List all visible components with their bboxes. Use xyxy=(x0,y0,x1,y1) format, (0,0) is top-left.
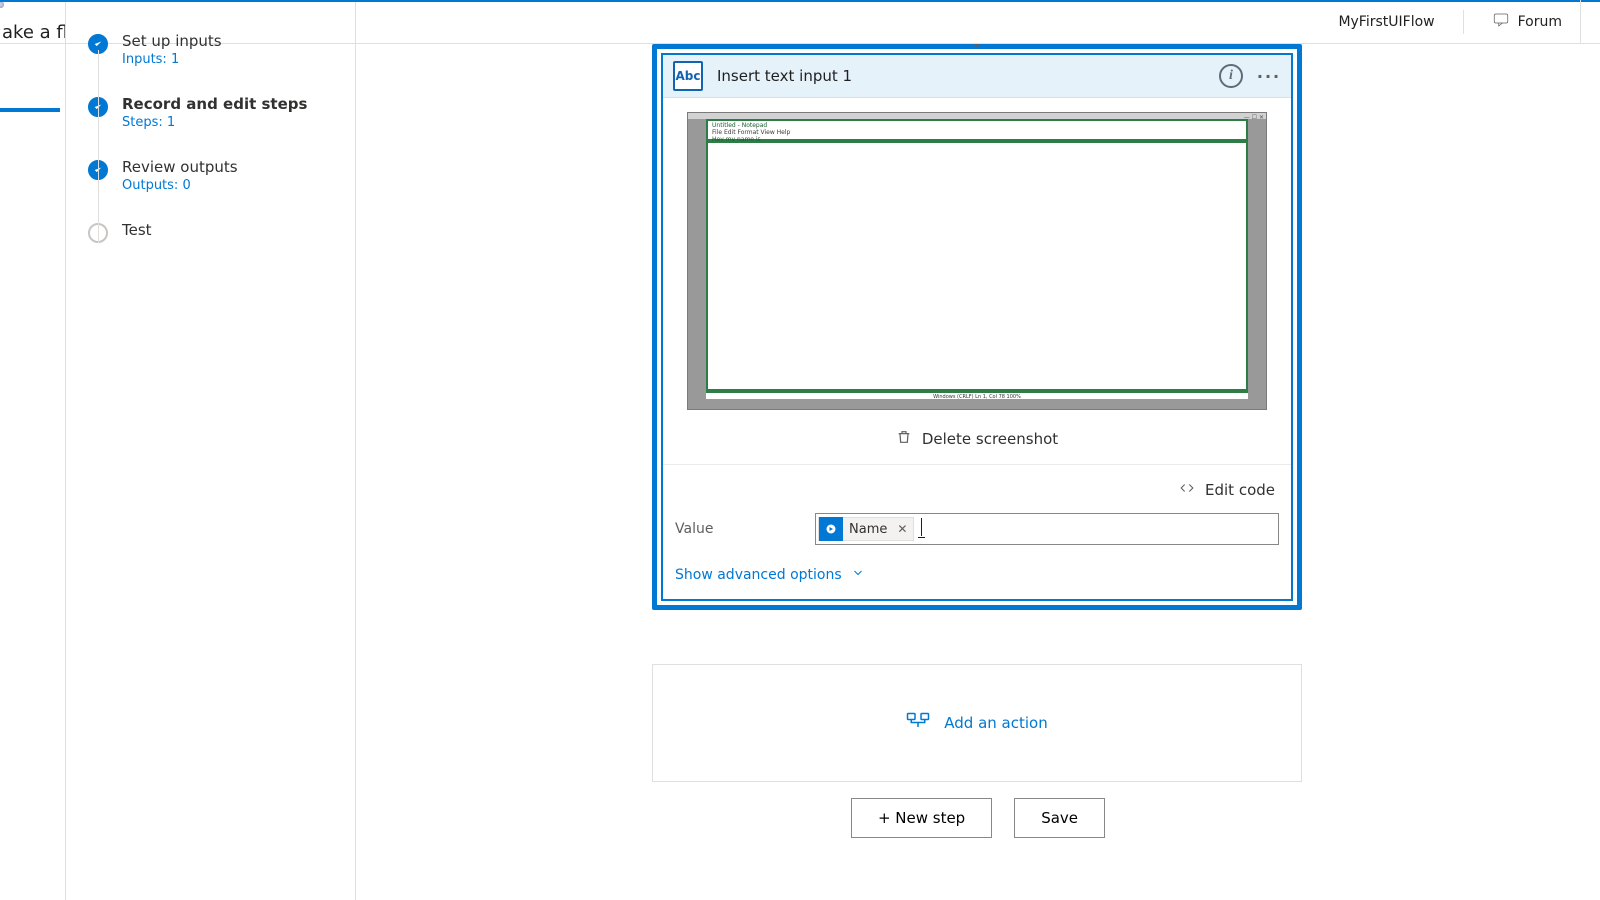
rail-active-marker xyxy=(0,108,60,112)
screenshot-menu: File Edit Format View Help xyxy=(712,129,1242,136)
forum-button[interactable]: Forum xyxy=(1492,11,1562,33)
token-text: Name xyxy=(849,522,887,537)
flow-name: MyFirstUIFlow xyxy=(1338,14,1434,30)
trash-icon xyxy=(896,428,912,450)
step-title: Set up inputs xyxy=(122,32,222,50)
step-subtitle: Inputs: 1 xyxy=(122,52,222,67)
code-icon xyxy=(1179,481,1195,499)
steps-sidebar: Set up inputs Inputs: 1 Record and edit … xyxy=(66,2,356,900)
header-divider xyxy=(1463,10,1464,34)
screenshot-statusbar: Windows (CRLF) Ln 1, Col 78 100% xyxy=(706,391,1248,399)
chevron-down-icon xyxy=(852,567,864,583)
header-edge xyxy=(1580,0,1588,44)
value-row: Value Name ✕ xyxy=(675,509,1279,549)
peek-info-icon: i xyxy=(0,74,57,92)
step-title: Test xyxy=(122,221,152,239)
info-icon[interactable]: i xyxy=(1219,64,1243,88)
value-input[interactable]: Name ✕ xyxy=(815,513,1279,545)
step-record-edit[interactable]: Record and edit steps Steps: 1 xyxy=(88,87,337,150)
card-header: Abc Insert text input 1 i ··· xyxy=(663,55,1291,98)
check-icon xyxy=(88,97,108,117)
new-step-button[interactable]: + New step xyxy=(851,798,992,838)
step-setup-inputs[interactable]: Set up inputs Inputs: 1 xyxy=(88,24,337,87)
peek-events-text: gnated even xyxy=(0,266,61,282)
add-action-icon xyxy=(906,711,930,735)
action-card-insert-text[interactable]: Abc Insert text input 1 i ··· — ☐ ✕ Unti… xyxy=(652,44,1302,610)
peek-late-text: late i xyxy=(0,378,61,394)
advanced-label: Show advanced options xyxy=(675,567,842,583)
dynamic-content-icon xyxy=(819,517,843,541)
chat-icon xyxy=(1492,11,1510,33)
edit-code-button[interactable]: Edit code xyxy=(675,465,1279,509)
empty-circle-icon xyxy=(88,223,108,243)
edit-code-label: Edit code xyxy=(1205,481,1275,499)
token-remove-icon[interactable]: ✕ xyxy=(897,522,907,536)
text-type-icon: Abc xyxy=(673,61,703,91)
delete-screenshot-button[interactable]: Delete screenshot xyxy=(675,428,1279,464)
value-token[interactable]: Name ✕ xyxy=(818,517,914,541)
add-action-label: Add an action xyxy=(944,714,1047,732)
designer-canvas[interactable]: Abc Insert text input 1 i ··· — ☐ ✕ Unti… xyxy=(356,44,1600,900)
steps-list: Set up inputs Inputs: 1 Record and edit … xyxy=(88,24,337,263)
show-advanced-options[interactable]: Show advanced options xyxy=(675,567,1279,583)
peek-branch-icon xyxy=(0,168,57,188)
delete-screenshot-label: Delete screenshot xyxy=(922,430,1058,448)
text-caret xyxy=(918,520,925,538)
step-subtitle: Steps: 1 xyxy=(122,115,307,130)
forum-label: Forum xyxy=(1518,14,1562,30)
save-button[interactable]: Save xyxy=(1014,798,1105,838)
peek-plus-icon: + xyxy=(0,192,55,213)
step-subtitle: Outputs: 0 xyxy=(122,178,238,193)
bottom-button-bar: + New step Save xyxy=(356,798,1600,838)
value-label: Value xyxy=(675,521,801,537)
peek-newitem-text: email a ne xyxy=(0,764,61,780)
add-action-card[interactable]: Add an action xyxy=(652,664,1302,782)
recorded-screenshot: — ☐ ✕ Untitled - Notepad File Edit Forma… xyxy=(687,112,1267,410)
step-title: Record and edit steps xyxy=(122,95,307,113)
peek-attach-text: email attac xyxy=(0,544,61,560)
step-title: Review outputs xyxy=(122,158,238,176)
check-icon xyxy=(88,34,108,54)
peek-work-text: ote work xyxy=(0,428,61,444)
step-review-outputs[interactable]: Review outputs Outputs: 0 xyxy=(88,150,337,213)
left-cropped-panel: ake a fl i + gnated even late i ote work… xyxy=(0,2,66,900)
more-icon[interactable]: ··· xyxy=(1257,64,1281,88)
screenshot-app-title: Untitled - Notepad xyxy=(712,122,1242,129)
card-title: Insert text input 1 xyxy=(717,67,1205,85)
check-icon xyxy=(88,160,108,180)
step-test[interactable]: Test xyxy=(88,213,337,263)
peek-heading: ake a fl xyxy=(2,22,66,43)
